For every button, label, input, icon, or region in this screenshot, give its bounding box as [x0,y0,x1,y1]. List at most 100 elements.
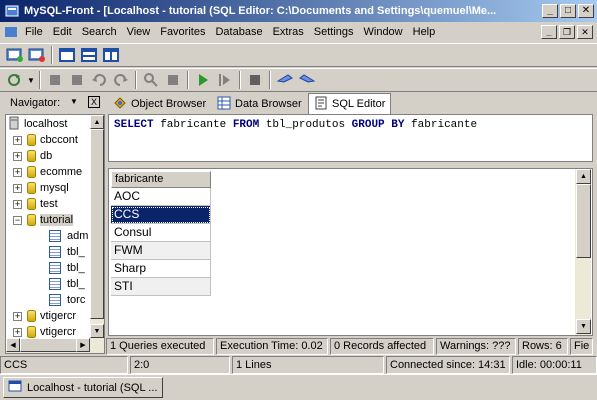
menu-database[interactable]: Database [210,23,267,41]
tree-node-table[interactable]: tbl_ [49,276,85,292]
scroll-up-icon[interactable]: ▲ [576,169,591,184]
expand-icon[interactable]: + [13,167,22,177]
tree-horizontal-scrollbar[interactable]: ◀ ▶ [6,338,104,353]
tree-label: vtigercr [40,326,77,338]
menu-settings[interactable]: Settings [309,23,359,41]
window-layout-3-icon[interactable] [100,44,122,66]
expand-icon[interactable]: + [13,327,22,337]
menu-search[interactable]: Search [77,23,122,41]
window-layout-2-icon[interactable] [78,44,100,66]
tab-sql-editor[interactable]: SQL Editor [308,93,392,114]
back-icon[interactable] [274,69,296,91]
table-icon [49,230,61,242]
tree-node-table[interactable]: tbl_ [49,244,85,260]
menu-window[interactable]: Window [359,23,408,41]
column-header-fabricante[interactable]: fabricante [111,171,211,188]
grid-cell[interactable]: STI [111,278,211,296]
dropdown-arrow-icon[interactable]: ▼ [26,69,36,91]
find-icon[interactable] [140,69,162,91]
sql-text: fabricante [404,119,478,131]
copy-icon[interactable] [66,69,88,91]
scroll-thumb[interactable] [90,129,104,319]
menu-extras[interactable]: Extras [268,23,309,41]
window-layout-1-icon[interactable] [56,44,78,66]
sql-editor[interactable]: SELECT fabricante FROM tbl_produtos GROU… [108,114,593,162]
expand-icon[interactable]: + [13,183,22,193]
replace-icon[interactable] [162,69,184,91]
sql-text: fabricante [153,119,233,131]
mdi-doc-icon[interactable] [4,25,18,39]
menu-edit[interactable]: Edit [48,23,77,41]
title-bar[interactable]: MySQL-Front - [Localhost - tutorial (SQL… [0,0,597,22]
close-connection-icon[interactable] [26,44,48,66]
mdi-minimize-icon[interactable]: _ [541,25,557,39]
minimize-icon[interactable]: _ [542,4,558,18]
expand-icon[interactable]: + [13,135,22,145]
grid-vertical-scrollbar[interactable]: ▲ ▼ [575,169,591,335]
tree-node-db[interactable]: + mysql [13,180,69,196]
grid-cell[interactable]: AOC [111,188,211,206]
tree-node-db[interactable]: + cbccont [13,132,78,148]
scroll-thumb[interactable] [20,338,80,352]
grid-cell-selected[interactable]: CCS [111,206,211,224]
tree-node-table[interactable]: torc [49,292,85,308]
tree-node-db[interactable]: + test [13,196,58,212]
cut-icon[interactable] [44,69,66,91]
stat-queries: 1 Queries executed [106,338,214,355]
close-icon[interactable]: ✕ [578,4,594,18]
menu-file[interactable]: File [20,23,48,41]
mdi-restore-icon[interactable]: ❐ [559,25,575,39]
tab-object-browser[interactable]: Object Browser [108,94,211,114]
tree-node-localhost[interactable]: localhost [9,116,67,132]
redo-icon[interactable] [110,69,132,91]
run-icon[interactable] [192,69,214,91]
result-grid[interactable]: fabricante AOC CCS Consul FWM Sharp STI [108,168,593,336]
mdi-close-icon[interactable]: ✕ [577,25,593,39]
taskbar-window-button[interactable]: Localhost - tutorial (SQL ... [3,377,163,398]
run-selection-icon[interactable] [214,69,236,91]
undo-icon[interactable] [88,69,110,91]
scroll-down-icon[interactable]: ▼ [90,324,104,338]
tab-data-browser[interactable]: Data Browser [212,94,307,114]
menu-help[interactable]: Help [408,23,441,41]
menu-favorites[interactable]: Favorites [155,23,210,41]
grid-cell[interactable]: Sharp [111,260,211,278]
navigator-dropdown-icon[interactable]: ▼ [70,97,78,106]
stat-fields: Fie [570,338,593,355]
new-connection-icon[interactable] [4,44,26,66]
tree-node-db[interactable]: + vtigercr [13,308,76,324]
database-icon [27,310,36,322]
refresh-icon[interactable] [4,69,26,91]
tree-node-tutorial[interactable]: − tutorial [13,212,74,228]
stop-icon[interactable] [244,69,266,91]
stat-records-affected: 0 Records affected [330,338,434,355]
scroll-right-icon[interactable]: ▶ [76,338,90,352]
expand-icon[interactable]: + [13,199,22,209]
tree-vertical-scrollbar[interactable]: ▲ ▼ [90,115,104,338]
scroll-left-icon[interactable]: ◀ [6,338,20,352]
scroll-thumb[interactable] [576,184,591,258]
grid-cell[interactable]: Consul [111,224,211,242]
tree-node-table[interactable]: adm [49,228,88,244]
forward-icon[interactable] [296,69,318,91]
table-icon [49,294,61,306]
tree-node-table[interactable]: tbl_ [49,260,85,276]
tab-label: SQL Editor [332,98,386,110]
tree-node-db[interactable]: + ecomme [13,164,82,180]
navigator-label: Navigator: [10,97,61,109]
maximize-icon[interactable]: □ [560,4,576,18]
tree-label: db [40,150,53,162]
menu-view[interactable]: View [122,23,156,41]
sql-keyword: SELECT [114,119,154,131]
scroll-down-icon[interactable]: ▼ [576,319,591,334]
tree-label: cbccont [40,134,78,146]
scroll-up-icon[interactable]: ▲ [90,115,104,129]
expand-icon[interactable]: + [13,311,22,321]
navigator-close-button[interactable]: X [88,96,100,108]
data-browser-icon [217,96,231,113]
expand-icon[interactable]: + [13,151,22,161]
collapse-icon[interactable]: − [13,215,22,225]
tree-node-db[interactable]: + db [13,148,52,164]
grid-cell[interactable]: FWM [111,242,211,260]
taskbar-label: Localhost - tutorial (SQL ... [27,381,158,394]
